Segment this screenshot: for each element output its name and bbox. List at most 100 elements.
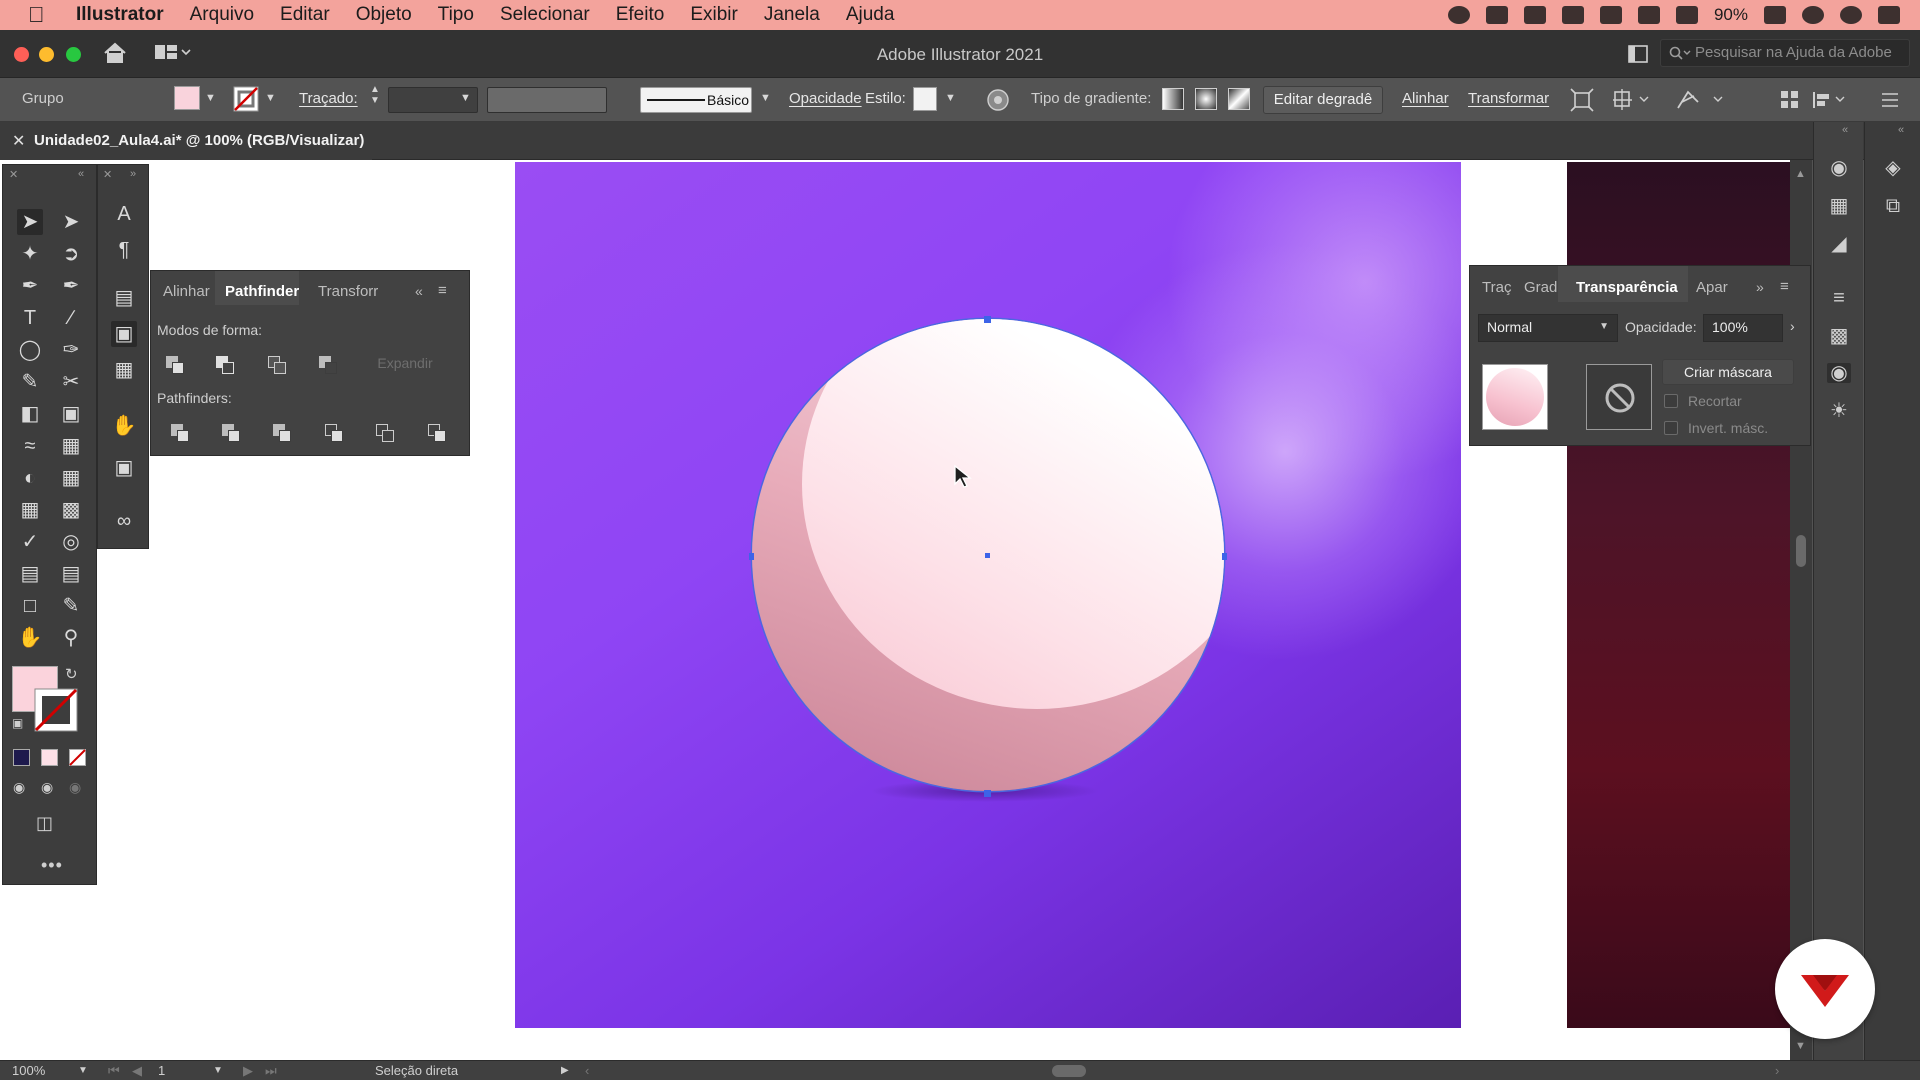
type-tool-icon[interactable]: T [17,305,43,331]
scissors-icon[interactable]: ✂ [58,369,84,395]
first-artboard-icon[interactable]: ⏮ [108,1063,120,1079]
stroke-color-swatch[interactable] [34,688,78,732]
perspective-grid-icon[interactable]: ▦ [58,465,84,491]
pathfinder-panel-icon[interactable]: ▣ [111,321,137,347]
shaper-tool-icon[interactable]: ✎ [17,369,43,395]
ellipse-tool-icon[interactable]: ◯ [17,337,43,363]
apple-icon[interactable]:  [28,4,54,26]
close-tab-icon[interactable]: ✕ [12,131,25,151]
slice-tool-icon[interactable]: ✎ [58,593,84,619]
draw-behind-icon[interactable]: ◉ [41,779,53,796]
next-artboard-icon[interactable]: ▶ [243,1063,253,1079]
recolor-artwork-icon[interactable] [986,88,1010,112]
graph-tool-icon[interactable]: ▤ [58,561,84,587]
trim-button[interactable] [220,422,242,444]
arrange-icon[interactable] [1612,88,1652,112]
close-panel-icon[interactable]: ✕ [103,168,112,181]
isolate-group-icon[interactable] [1570,88,1594,112]
collapse-panel-icon[interactable]: « [78,168,84,180]
tab-alinhar[interactable]: Alinhar [163,283,210,300]
brush-definition-field[interactable]: Básico [640,87,752,113]
menu-illustrator[interactable]: Illustrator [76,4,164,26]
panel-menu-icon[interactable] [1880,90,1900,110]
unite-button[interactable] [164,354,186,376]
zoom-level[interactable]: 100% [12,1063,45,1078]
symbol-sprayer-icon[interactable]: ▤ [17,561,43,587]
object-thumbnail[interactable] [1482,364,1548,430]
creative-cloud-icon[interactable] [1561,6,1584,24]
chevron-down-icon[interactable]: ▼ [265,92,276,104]
menu-janela[interactable]: Janela [764,4,820,26]
scroll-down-icon[interactable]: ▼ [1795,1040,1806,1052]
last-artboard-icon[interactable]: ⏭ [265,1063,277,1079]
linear-gradient-button[interactable] [1162,88,1184,110]
display-icon[interactable] [1599,6,1622,24]
image-trace-icon[interactable]: ▣ [111,455,137,481]
spotlight-search-icon[interactable] [1802,6,1824,24]
scale-tool-icon[interactable]: ▣ [58,401,84,427]
zoom-tool-icon[interactable]: ⚲ [58,625,84,651]
blend-mode-select[interactable]: Normal ▼ [1478,314,1618,342]
transform-link[interactable]: Transformar [1468,90,1549,107]
scroll-up-icon[interactable]: ▲ [1795,168,1806,180]
scroll-left-icon[interactable]: ‹ [585,1063,589,1078]
battery-icon[interactable] [1764,6,1786,24]
tab-pathfinder[interactable]: Pathfinder [225,283,299,300]
menu-arquivo[interactable]: Arquivo [190,4,254,26]
clip-checkbox[interactable] [1664,394,1678,408]
edit-gradient-button[interactable]: Editar degradê [1263,86,1383,114]
user-avatar-icon[interactable] [1840,6,1862,24]
tab-transparency[interactable]: Transparência [1576,279,1678,296]
freeform-gradient-button[interactable] [1228,88,1250,110]
links-panel-icon[interactable]: ∞ [111,508,137,534]
chevron-right-icon[interactable]: › [1790,318,1795,334]
opacity-link[interactable]: Opacidade [789,90,862,107]
artboards-icon[interactable]: ⧉ [1881,196,1905,216]
pen-tool-icon[interactable]: ✒ [17,273,43,299]
help-search-input[interactable]: Pesquisar na Ajuda da Adobe [1660,39,1910,67]
tab-transform[interactable]: Transforr [318,283,378,300]
fill-swatch[interactable] [174,86,200,110]
menu-selecionar[interactable]: Selecionar [500,4,590,26]
anchor-point-top[interactable] [984,316,991,323]
radial-gradient-button[interactable] [1195,88,1217,110]
chevron-down-icon[interactable]: ▼ [945,92,956,104]
default-colors-icon[interactable]: ▣ [12,716,23,730]
edit-toolbar-icon[interactable]: ••• [41,855,63,876]
collapse-dock-icon[interactable]: « [1898,124,1904,136]
hand-tool-icon[interactable]: ✋ [17,625,43,651]
close-panel-icon[interactable]: ✕ [9,168,18,181]
puppet-warp-icon[interactable] [1676,88,1726,112]
graphic-style-swatch[interactable] [913,87,937,111]
anchor-point-left[interactable] [749,553,754,560]
reflect-tool-icon[interactable]: ◧ [17,401,43,427]
scroll-right-icon[interactable]: › [1775,1063,1779,1078]
chevron-down-icon[interactable]: ▼ [460,92,471,104]
transparency-panel-icon[interactable]: ◉ [1827,363,1851,383]
exclude-button[interactable] [317,354,339,376]
warp-tool-icon[interactable]: ≈ [17,433,43,459]
distribute-icon[interactable] [1812,90,1848,110]
eyedropper-icon[interactable]: ✓ [17,529,43,555]
direct-selection-tool-icon[interactable]: ➤ [58,209,84,235]
stroke-label[interactable]: Traçado: [299,90,358,107]
none-mode-button[interactable] [69,749,86,766]
anchor-point-right[interactable] [1222,553,1227,560]
minus-back-button[interactable] [426,422,448,444]
variable-width-profile[interactable] [487,87,607,113]
brushes-icon[interactable]: ◢ [1827,234,1851,254]
free-transform-icon[interactable]: ▦ [58,433,84,459]
menu-tipo[interactable]: Tipo [438,4,474,26]
status-menu-icon[interactable]: ▶ [561,1065,569,1076]
panel-menu-icon[interactable]: ≡ [1780,278,1789,295]
chevron-down-icon[interactable]: ▼ [760,92,771,104]
minus-front-button[interactable] [214,354,236,376]
crop-button[interactable] [323,422,345,444]
align-link[interactable]: Alinhar [1402,90,1449,107]
menu-editar[interactable]: Editar [280,4,330,26]
merge-button[interactable] [271,422,293,444]
appearance-panel-icon[interactable]: ☀ [1827,401,1851,421]
panel-toggle-icon[interactable] [1628,45,1648,63]
anchor-point-bottom[interactable] [984,790,991,797]
screen-capture-icon[interactable] [1485,6,1508,24]
